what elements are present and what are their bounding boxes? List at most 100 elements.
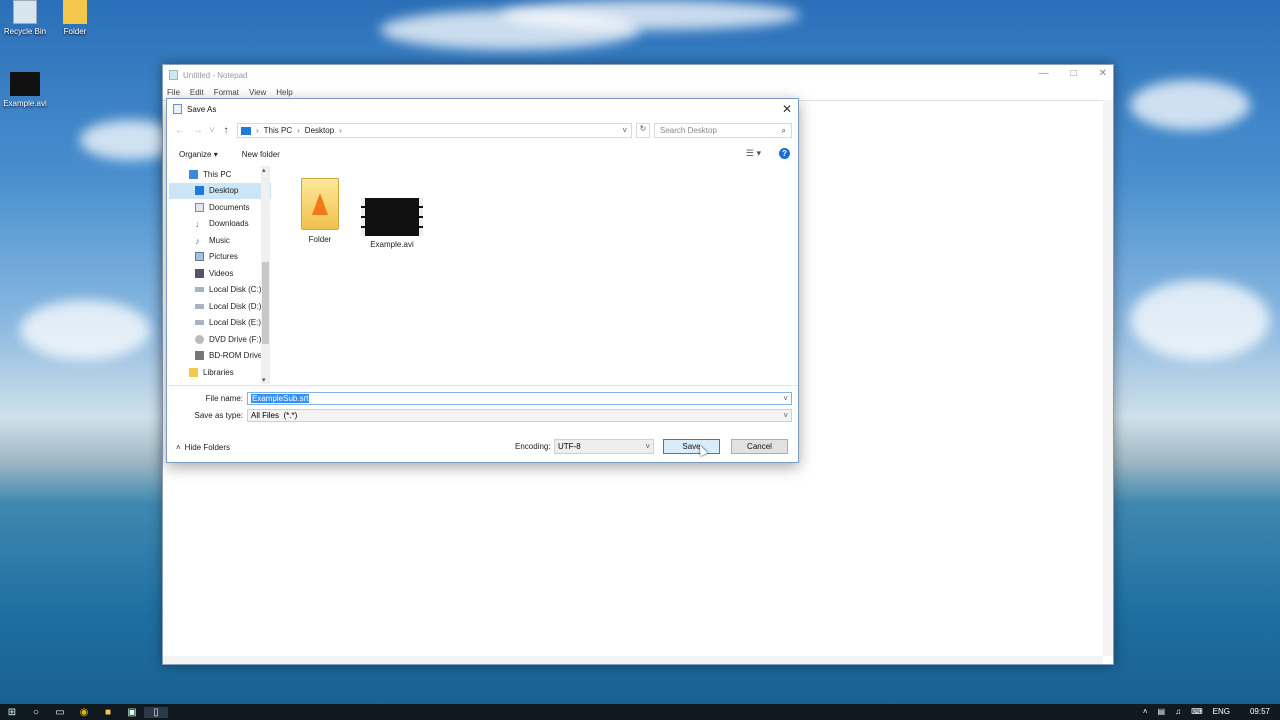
cancel-button[interactable]: Cancel — [731, 439, 788, 454]
sidebar-item-pictures[interactable]: Pictures — [169, 249, 271, 266]
chrome-icon[interactable]: ◉ — [72, 707, 96, 718]
desktop-icon — [195, 186, 204, 196]
sidebar-item-downloads[interactable]: ↓ Downloads — [169, 216, 271, 233]
save-button[interactable]: Save — [663, 439, 720, 454]
chevron-right-icon[interactable]: › — [256, 126, 259, 135]
sidebar-item-local-disk-e[interactable]: Local Disk (E:) — [169, 315, 271, 332]
file-list: Folder Example.avi — [275, 166, 796, 384]
computer-icon — [189, 169, 198, 179]
sidebar-item-local-disk-c[interactable]: Local Disk (C:) — [169, 282, 271, 299]
task-view-icon[interactable]: ▭ — [48, 707, 72, 718]
network-icon[interactable]: ▤ — [1158, 707, 1166, 716]
recent-dropdown-icon[interactable]: ˅ — [209, 125, 215, 136]
horizontal-scrollbar[interactable] — [163, 656, 1103, 664]
address-row: ← → ˅ ↑ › This PC › Desktop › ˅ ↻ Search… — [173, 123, 792, 138]
search-input[interactable]: Search Desktop ⌕ — [654, 123, 792, 138]
view-options-icon[interactable]: ☰ ▾ — [746, 148, 761, 159]
sidebar-item-desktop[interactable]: Desktop — [169, 182, 271, 199]
forward-arrow-icon[interactable]: → — [191, 125, 205, 136]
breadcrumb-desktop[interactable]: Desktop — [305, 126, 334, 135]
chevron-down-icon[interactable]: ˅ — [622, 126, 631, 135]
save-type-select[interactable]: All Files (*.*) ˅ — [247, 409, 792, 422]
file-explorer-icon[interactable]: ■ — [96, 707, 120, 718]
address-bar[interactable]: › This PC › Desktop › ˅ — [237, 123, 632, 138]
start-icon[interactable]: ⊞ — [0, 707, 24, 718]
download-icon: ↓ — [195, 219, 200, 230]
chevron-down-icon[interactable]: ˅ — [783, 394, 791, 403]
menu-view[interactable]: View — [249, 88, 266, 97]
notepad-title: Untitled - Notepad — [183, 70, 248, 80]
file-item-example-avi[interactable]: Example.avi — [357, 190, 427, 249]
menu-format[interactable]: Format — [214, 88, 239, 97]
chevron-down-icon[interactable]: ˅ — [783, 411, 791, 420]
sidebar-item-this-pc[interactable]: This PC — [169, 166, 271, 183]
encoding-value: UTF-8 — [558, 442, 581, 451]
close-icon[interactable]: ✕ — [1099, 68, 1107, 79]
desktop-icon-label: Recycle Bin — [3, 27, 47, 36]
language-indicator[interactable]: ENG — [1213, 707, 1230, 716]
chevron-down-icon[interactable]: ▾ — [262, 376, 266, 384]
sidebar-item-libraries[interactable]: Libraries — [169, 364, 271, 381]
encoding-select[interactable]: UTF-8 ˅ — [554, 439, 654, 454]
scrollbar-thumb[interactable] — [262, 262, 269, 344]
sidebar-item-music[interactable]: ♪ Music — [169, 232, 271, 249]
back-arrow-icon[interactable]: ← — [173, 125, 187, 136]
file-name-label: File name: — [205, 394, 243, 403]
store-icon[interactable]: ▣ — [120, 707, 144, 718]
desktop-icon-folder[interactable]: Folder — [50, 0, 100, 36]
sidebar-item-bd-rom-drive[interactable]: BD-ROM Drive — [169, 348, 271, 365]
clock[interactable]: 09:57 — [1250, 707, 1270, 716]
refresh-icon[interactable]: ↻ — [636, 123, 650, 138]
keyboard-icon[interactable]: ⌨ — [1191, 707, 1203, 716]
desktop-icon-recycle-bin[interactable]: Recycle Bin — [0, 0, 50, 36]
chevron-up-icon[interactable]: ▴ — [262, 166, 266, 174]
dialog-titlebar: Save As — [167, 99, 798, 119]
taskbar: ⊞ ○ ▭ ◉ ■ ▣ ▯ ˄ ▤ ♫ ⌨ ENG 09:57 — [0, 704, 1280, 720]
document-icon — [195, 202, 204, 212]
organize-button[interactable]: Organize ▾ — [179, 150, 218, 159]
chevron-right-icon[interactable]: › — [339, 126, 342, 135]
minimize-icon[interactable]: — — [1039, 68, 1049, 79]
dialog-title: Save As — [187, 104, 217, 114]
sidebar-item-videos[interactable]: Videos — [169, 265, 271, 282]
maximize-icon[interactable]: □ — [1071, 68, 1077, 79]
new-folder-button[interactable]: New folder — [242, 150, 280, 159]
library-icon — [189, 367, 198, 377]
close-icon[interactable]: ✕ — [782, 102, 792, 116]
chevron-right-icon[interactable]: › — [297, 126, 300, 135]
notepad-taskbar-icon[interactable]: ▯ — [144, 706, 168, 718]
cortana-icon[interactable]: ○ — [24, 707, 48, 718]
hide-folders-button[interactable]: ˄ Hide Folders — [176, 443, 230, 452]
desktop-icon-label: Example.avi — [3, 99, 47, 108]
file-name-row: File name: ExampleSub.srt ˅ — [173, 392, 792, 405]
breadcrumb-this-pc[interactable]: This PC — [264, 126, 292, 135]
disk-icon — [195, 320, 204, 326]
chevron-up-icon: ˄ — [176, 443, 181, 452]
vertical-scrollbar[interactable] — [1103, 100, 1113, 656]
chevron-up-icon[interactable]: ˄ — [1143, 707, 1148, 716]
sidebar-item-documents[interactable]: Documents — [169, 199, 271, 216]
help-icon[interactable]: ? — [779, 148, 790, 159]
desktop-icon-example-avi[interactable]: Example.avi — [0, 72, 50, 108]
video-file-icon — [10, 72, 40, 96]
menu-edit[interactable]: Edit — [190, 88, 204, 97]
file-item-label: Folder — [308, 235, 332, 244]
menu-help[interactable]: Help — [276, 88, 292, 97]
file-name-field[interactable]: ExampleSub.srt ˅ — [247, 392, 792, 405]
navigation-pane: This PC Desktop Documents ↓ Downloads ♪ … — [169, 166, 271, 384]
sidebar-item-dvd-drive[interactable]: DVD Drive (F:) — [169, 331, 271, 348]
video-icon — [195, 268, 204, 278]
disk-icon — [195, 287, 204, 293]
file-item-folder[interactable]: Folder — [285, 178, 355, 244]
volume-icon[interactable]: ♫ — [1175, 707, 1181, 716]
menu-file[interactable]: File — [167, 88, 180, 97]
chevron-down-icon: ˅ — [645, 442, 650, 451]
up-arrow-icon[interactable]: ↑ — [219, 125, 233, 136]
search-placeholder: Search Desktop — [660, 126, 717, 135]
sidebar-item-local-disk-d[interactable]: Local Disk (D:) — [169, 298, 271, 315]
navigation-scrollbar[interactable]: ▴ ▾ — [261, 166, 270, 384]
file-name-value: ExampleSub.srt — [251, 394, 310, 403]
video-file-icon — [361, 198, 423, 236]
folder-icon — [63, 0, 87, 24]
notepad-icon — [169, 70, 178, 80]
